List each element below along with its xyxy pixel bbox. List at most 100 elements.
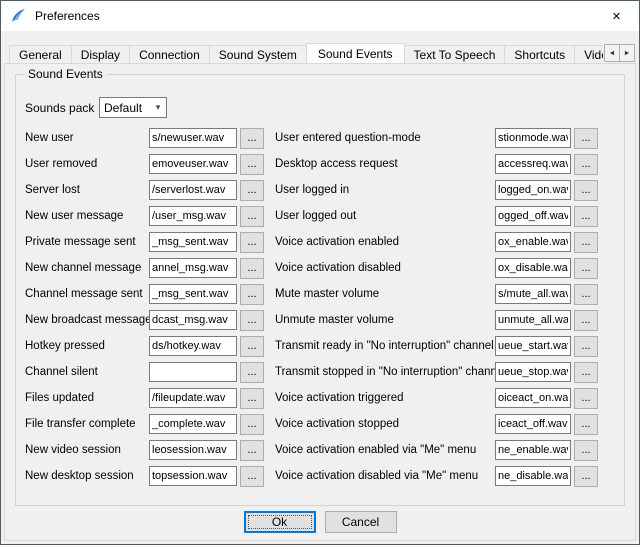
- browse-button[interactable]: ...: [240, 128, 264, 149]
- tab[interactable]: Sound Events: [306, 43, 405, 63]
- sound-file-input[interactable]: [495, 154, 571, 174]
- sound-file-input[interactable]: [495, 414, 571, 434]
- sounds-pack-row: Sounds pack Default ▾: [25, 97, 167, 118]
- sound-event-row: New broadcast message ...: [25, 307, 275, 333]
- sound-event-row: Voice activation enabled ...: [275, 229, 618, 255]
- sound-file-input[interactable]: [495, 388, 571, 408]
- sound-file-input[interactable]: [149, 258, 237, 278]
- sound-file-input[interactable]: [495, 128, 571, 148]
- browse-button[interactable]: ...: [574, 232, 598, 253]
- browse-button[interactable]: ...: [240, 258, 264, 279]
- sound-file-input[interactable]: [495, 206, 571, 226]
- sound-file-input[interactable]: [149, 414, 237, 434]
- browse-button[interactable]: ...: [574, 258, 598, 279]
- sound-event-row: Unmute master volume ...: [275, 307, 618, 333]
- sound-file-input[interactable]: [495, 362, 571, 382]
- browse-button[interactable]: ...: [240, 284, 264, 305]
- sound-file-input[interactable]: [149, 180, 237, 200]
- sound-event-label: New video session: [25, 444, 149, 456]
- browse-button[interactable]: ...: [240, 336, 264, 357]
- sound-event-label: User entered question-mode: [275, 132, 495, 144]
- sound-file-input[interactable]: [149, 310, 237, 330]
- sound-file-input[interactable]: [495, 336, 571, 356]
- sound-event-label: Voice activation stopped: [275, 418, 495, 430]
- browse-button[interactable]: ...: [240, 466, 264, 487]
- ok-button[interactable]: Ok: [244, 511, 316, 533]
- browse-button[interactable]: ...: [574, 128, 598, 149]
- browse-button[interactable]: ...: [240, 206, 264, 227]
- sound-events-column-left: New user ... User removed ... Server los: [25, 125, 275, 489]
- sound-event-row: Mute master volume ...: [275, 281, 618, 307]
- scroll-right-icon: ►: [624, 50, 631, 57]
- browse-button[interactable]: ...: [574, 388, 598, 409]
- sound-file-input[interactable]: [149, 284, 237, 304]
- sound-event-row: Transmit ready in "No interruption" chan…: [275, 333, 618, 359]
- browse-button[interactable]: ...: [240, 232, 264, 253]
- sound-event-label: Desktop access request: [275, 158, 495, 170]
- sounds-pack-select[interactable]: Default ▾: [99, 97, 167, 118]
- browse-button[interactable]: ...: [574, 154, 598, 175]
- browse-button[interactable]: ...: [574, 466, 598, 487]
- tab[interactable]: General: [9, 45, 72, 63]
- browse-button[interactable]: ...: [574, 414, 598, 435]
- sound-event-label: Server lost: [25, 184, 149, 196]
- sound-file-input[interactable]: [495, 440, 571, 460]
- sound-event-row: Voice activation triggered ...: [275, 385, 618, 411]
- sound-events-column-right: User entered question-mode ... Desktop a…: [275, 125, 618, 489]
- sound-file-input[interactable]: [495, 284, 571, 304]
- tab[interactable]: Connection: [129, 45, 210, 63]
- tab[interactable]: Shortcuts: [504, 45, 575, 63]
- sound-event-label: Files updated: [25, 392, 149, 404]
- tab-label: Shortcuts: [514, 48, 565, 62]
- tab-scroll-right-button[interactable]: ►: [619, 44, 635, 62]
- sound-file-input[interactable]: [149, 466, 237, 486]
- browse-button[interactable]: ...: [574, 336, 598, 357]
- sound-file-input[interactable]: [495, 466, 571, 486]
- sound-file-input[interactable]: [149, 154, 237, 174]
- tab[interactable]: Video: [574, 45, 603, 63]
- browse-button[interactable]: ...: [574, 206, 598, 227]
- browse-button[interactable]: ...: [574, 180, 598, 201]
- titlebar[interactable]: Preferences ✕: [1, 1, 639, 31]
- sounds-pack-value: Default: [100, 101, 150, 115]
- sound-file-input[interactable]: [149, 206, 237, 226]
- browse-button[interactable]: ...: [240, 414, 264, 435]
- sound-event-label: New channel message: [25, 262, 149, 274]
- tab-scroll-left-button[interactable]: ◄: [604, 44, 620, 62]
- sound-file-input[interactable]: [149, 440, 237, 460]
- browse-button[interactable]: ...: [240, 362, 264, 383]
- sound-file-input[interactable]: [149, 336, 237, 356]
- close-button[interactable]: ✕: [594, 1, 639, 31]
- browse-button[interactable]: ...: [240, 310, 264, 331]
- browse-button[interactable]: ...: [240, 180, 264, 201]
- sound-event-row: New channel message ...: [25, 255, 275, 281]
- sound-event-label: Transmit stopped in "No interruption" ch…: [275, 366, 495, 378]
- sound-file-input[interactable]: [495, 258, 571, 278]
- sound-event-label: New broadcast message: [25, 314, 149, 326]
- sound-file-input[interactable]: [495, 180, 571, 200]
- tab[interactable]: Sound System: [209, 45, 307, 63]
- browse-button[interactable]: ...: [240, 154, 264, 175]
- sound-event-label: Voice activation disabled: [275, 262, 495, 274]
- sound-file-input[interactable]: [495, 310, 571, 330]
- browse-button[interactable]: ...: [574, 362, 598, 383]
- sound-event-label: Transmit ready in "No interruption" chan…: [275, 340, 495, 352]
- browse-button[interactable]: ...: [240, 388, 264, 409]
- cancel-button[interactable]: Cancel: [325, 511, 397, 533]
- sound-file-input[interactable]: [149, 232, 237, 252]
- tab[interactable]: Display: [71, 45, 130, 63]
- browse-button[interactable]: ...: [574, 310, 598, 331]
- sound-event-row: User entered question-mode ...: [275, 125, 618, 151]
- sound-file-input[interactable]: [149, 362, 237, 382]
- browse-button[interactable]: ...: [574, 440, 598, 461]
- sound-event-label: Mute master volume: [275, 288, 495, 300]
- tab-label: Text To Speech: [414, 48, 496, 62]
- sound-file-input[interactable]: [149, 128, 237, 148]
- tab[interactable]: Text To Speech: [404, 45, 506, 63]
- browse-button[interactable]: ...: [574, 284, 598, 305]
- sound-file-input[interactable]: [495, 232, 571, 252]
- sound-file-input[interactable]: [149, 388, 237, 408]
- sound-event-row: New video session ...: [25, 437, 275, 463]
- browse-button[interactable]: ...: [240, 440, 264, 461]
- chevron-down-icon: ▾: [150, 102, 166, 113]
